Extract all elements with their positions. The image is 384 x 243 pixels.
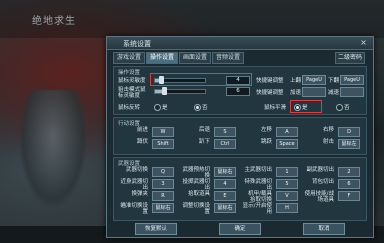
secondary-password-button[interactable]: 二级密码 bbox=[335, 52, 365, 64]
game-logo-text: 绝地求生 bbox=[32, 16, 76, 27]
dialog-titlebar: 系统设置 × bbox=[107, 37, 373, 50]
key-binding-label: 主武器切出 bbox=[244, 167, 272, 173]
key-binding-label: 跳跃 bbox=[260, 139, 272, 145]
game-character-silhouette bbox=[18, 90, 88, 210]
key-binding-label: 近身武器切出 bbox=[120, 179, 148, 191]
key-binding-button[interactable]: E bbox=[214, 191, 236, 201]
sensitivity-label: 鼠标灵敏度 bbox=[118, 78, 146, 84]
key-binding-label: 副武器切出 bbox=[306, 167, 334, 173]
key-binding-button[interactable]: Shift bbox=[152, 139, 174, 149]
key-binding-label: 武器切换 bbox=[125, 167, 148, 173]
mouse-settings-section: 操作设置 鼠标灵敏度 4 狙击模式鼠标灵敏度 6 鼠标反转 是 否 快捷键调整 … bbox=[113, 66, 367, 115]
weapon-settings-section: 武器设置 武器切换 Q 武器预热切换 鼠标右 主武器切出 1 副武器切出 2 近身武器切出 3 投掷… bbox=[113, 157, 367, 221]
key-binding-button[interactable]: Q bbox=[152, 167, 174, 177]
section-header: 行动设置 bbox=[118, 121, 141, 127]
cancel-button[interactable]: 取消 bbox=[303, 223, 345, 235]
quick-adjust-prefix1: 加速 bbox=[290, 90, 302, 96]
sensitivity-highlight-box bbox=[150, 73, 252, 86]
key-binding-button[interactable]: Ctrl bbox=[214, 139, 236, 149]
dialog-title: 系统设置 bbox=[123, 40, 151, 48]
quick-switch-key2-prefix: 下翻 bbox=[328, 78, 340, 84]
invert-yes-label: 是 bbox=[162, 105, 168, 111]
key-binding-button[interactable]: Space bbox=[276, 139, 298, 149]
tab-audio-settings[interactable]: 音频设置 bbox=[212, 52, 244, 64]
key-binding-button[interactable]: 2 bbox=[338, 167, 360, 177]
tab-control-settings[interactable]: 操作设置 bbox=[146, 52, 178, 64]
section-header: 武器设置 bbox=[118, 161, 141, 167]
invert-yes-radio[interactable] bbox=[154, 104, 161, 111]
smooth-highlight-box bbox=[290, 100, 322, 113]
scope-sensitivity-slider[interactable] bbox=[154, 87, 206, 95]
key-binding-label: 左移 bbox=[260, 127, 272, 133]
key-binding-label: 拾取道具 bbox=[187, 191, 210, 197]
key-binding-label: 前进 bbox=[136, 127, 148, 133]
invert-no-label: 否 bbox=[202, 105, 208, 111]
key-binding-label: 瞄准切换设置 bbox=[120, 203, 148, 215]
key-binding-button[interactable]: 鼠标左 bbox=[338, 139, 360, 149]
quick-adjust-key1[interactable] bbox=[302, 87, 326, 97]
section-header: 操作设置 bbox=[118, 70, 141, 76]
quick-adjust-label: 快捷键调整 bbox=[256, 90, 284, 96]
key-binding-label: 武器预热切换 bbox=[182, 167, 210, 179]
quick-switch-key1[interactable]: PageU bbox=[302, 75, 326, 85]
key-binding-button[interactable]: 鼠标右 bbox=[214, 167, 236, 177]
key-binding-label: 调整切换设置 bbox=[182, 203, 210, 215]
key-binding-button[interactable]: 6 bbox=[338, 179, 360, 189]
key-binding-label: 右移 bbox=[322, 127, 334, 133]
key-binding-button[interactable]: 鼠标右 bbox=[152, 203, 174, 213]
key-binding-button[interactable]: D bbox=[338, 127, 360, 137]
key-binding-button[interactable]: A bbox=[276, 127, 298, 137]
key-binding-label: 背包切出 bbox=[311, 179, 334, 185]
smooth-no-radio[interactable] bbox=[336, 104, 343, 111]
key-binding-label: 射击 bbox=[322, 139, 334, 145]
system-settings-dialog: 系统设置 × 游戏设置 操作设置 画面设置 音频设置 二级密码 操作设置 鼠标灵… bbox=[106, 36, 374, 238]
key-binding-label: 特殊武器切出 bbox=[244, 179, 272, 191]
key-binding-label: 使用技能/战场道具 bbox=[304, 191, 334, 203]
smooth-label: 鼠标平滑 bbox=[264, 105, 287, 111]
close-icon[interactable]: × bbox=[359, 38, 368, 47]
key-binding-button[interactable]: 5 bbox=[276, 179, 298, 189]
quick-switch-key2[interactable]: PageU bbox=[340, 75, 364, 85]
tab-game-settings[interactable]: 游戏设置 bbox=[113, 52, 145, 64]
key-binding-button[interactable]: F bbox=[338, 191, 360, 201]
quick-adjust-prefix2: 减速 bbox=[328, 90, 340, 96]
confirm-button[interactable]: 确定 bbox=[219, 223, 261, 235]
invert-no-radio[interactable] bbox=[194, 104, 201, 111]
invert-label: 鼠标反转 bbox=[118, 105, 141, 111]
key-binding-button[interactable]: S bbox=[214, 127, 236, 137]
restore-defaults-button[interactable]: 恢复默认 bbox=[135, 223, 177, 235]
key-binding-button[interactable]: 1 bbox=[276, 167, 298, 177]
key-binding-button[interactable]: 鼠标右 bbox=[214, 203, 236, 213]
quick-switch-label: 快捷键调整 bbox=[256, 78, 284, 84]
movement-settings-section: 行动设置 前进 W 后退 S 左移 A 右移 D 蹲伏 Shift 趴下 Ctrl 跳跃 Space 射击鼠… bbox=[113, 117, 367, 155]
scope-sensitivity-label: 狙击模式鼠标灵敏度 bbox=[118, 87, 146, 99]
quick-adjust-key2[interactable] bbox=[340, 87, 364, 97]
key-binding-button[interactable]: H bbox=[276, 203, 298, 213]
key-binding-label: 蹲伏 bbox=[136, 139, 148, 145]
key-binding-label: 后退 bbox=[198, 127, 210, 133]
key-binding-button[interactable]: 3 bbox=[152, 179, 174, 189]
key-binding-button[interactable]: 4 bbox=[214, 179, 236, 189]
scope-slider-knob[interactable] bbox=[162, 87, 167, 95]
key-binding-label: 趴下 bbox=[198, 139, 210, 145]
scope-sensitivity-value[interactable]: 6 bbox=[226, 87, 250, 96]
smooth-no-label: 否 bbox=[344, 105, 350, 111]
key-binding-label: 投掷武器切出 bbox=[182, 179, 210, 191]
key-binding-button[interactable]: R bbox=[152, 191, 174, 201]
key-binding-label: 机甲/载具 拾取切换 bbox=[248, 191, 272, 203]
quick-switch-key1-prefix: 上翻 bbox=[290, 78, 302, 84]
key-binding-button[interactable]: W bbox=[152, 127, 174, 137]
key-binding-button[interactable]: V bbox=[276, 191, 298, 201]
tab-graphics-settings[interactable]: 画面设置 bbox=[179, 52, 211, 64]
key-binding-label: 显示/开启使用 bbox=[242, 203, 272, 215]
key-binding-label: 换弹夹 bbox=[131, 191, 148, 197]
